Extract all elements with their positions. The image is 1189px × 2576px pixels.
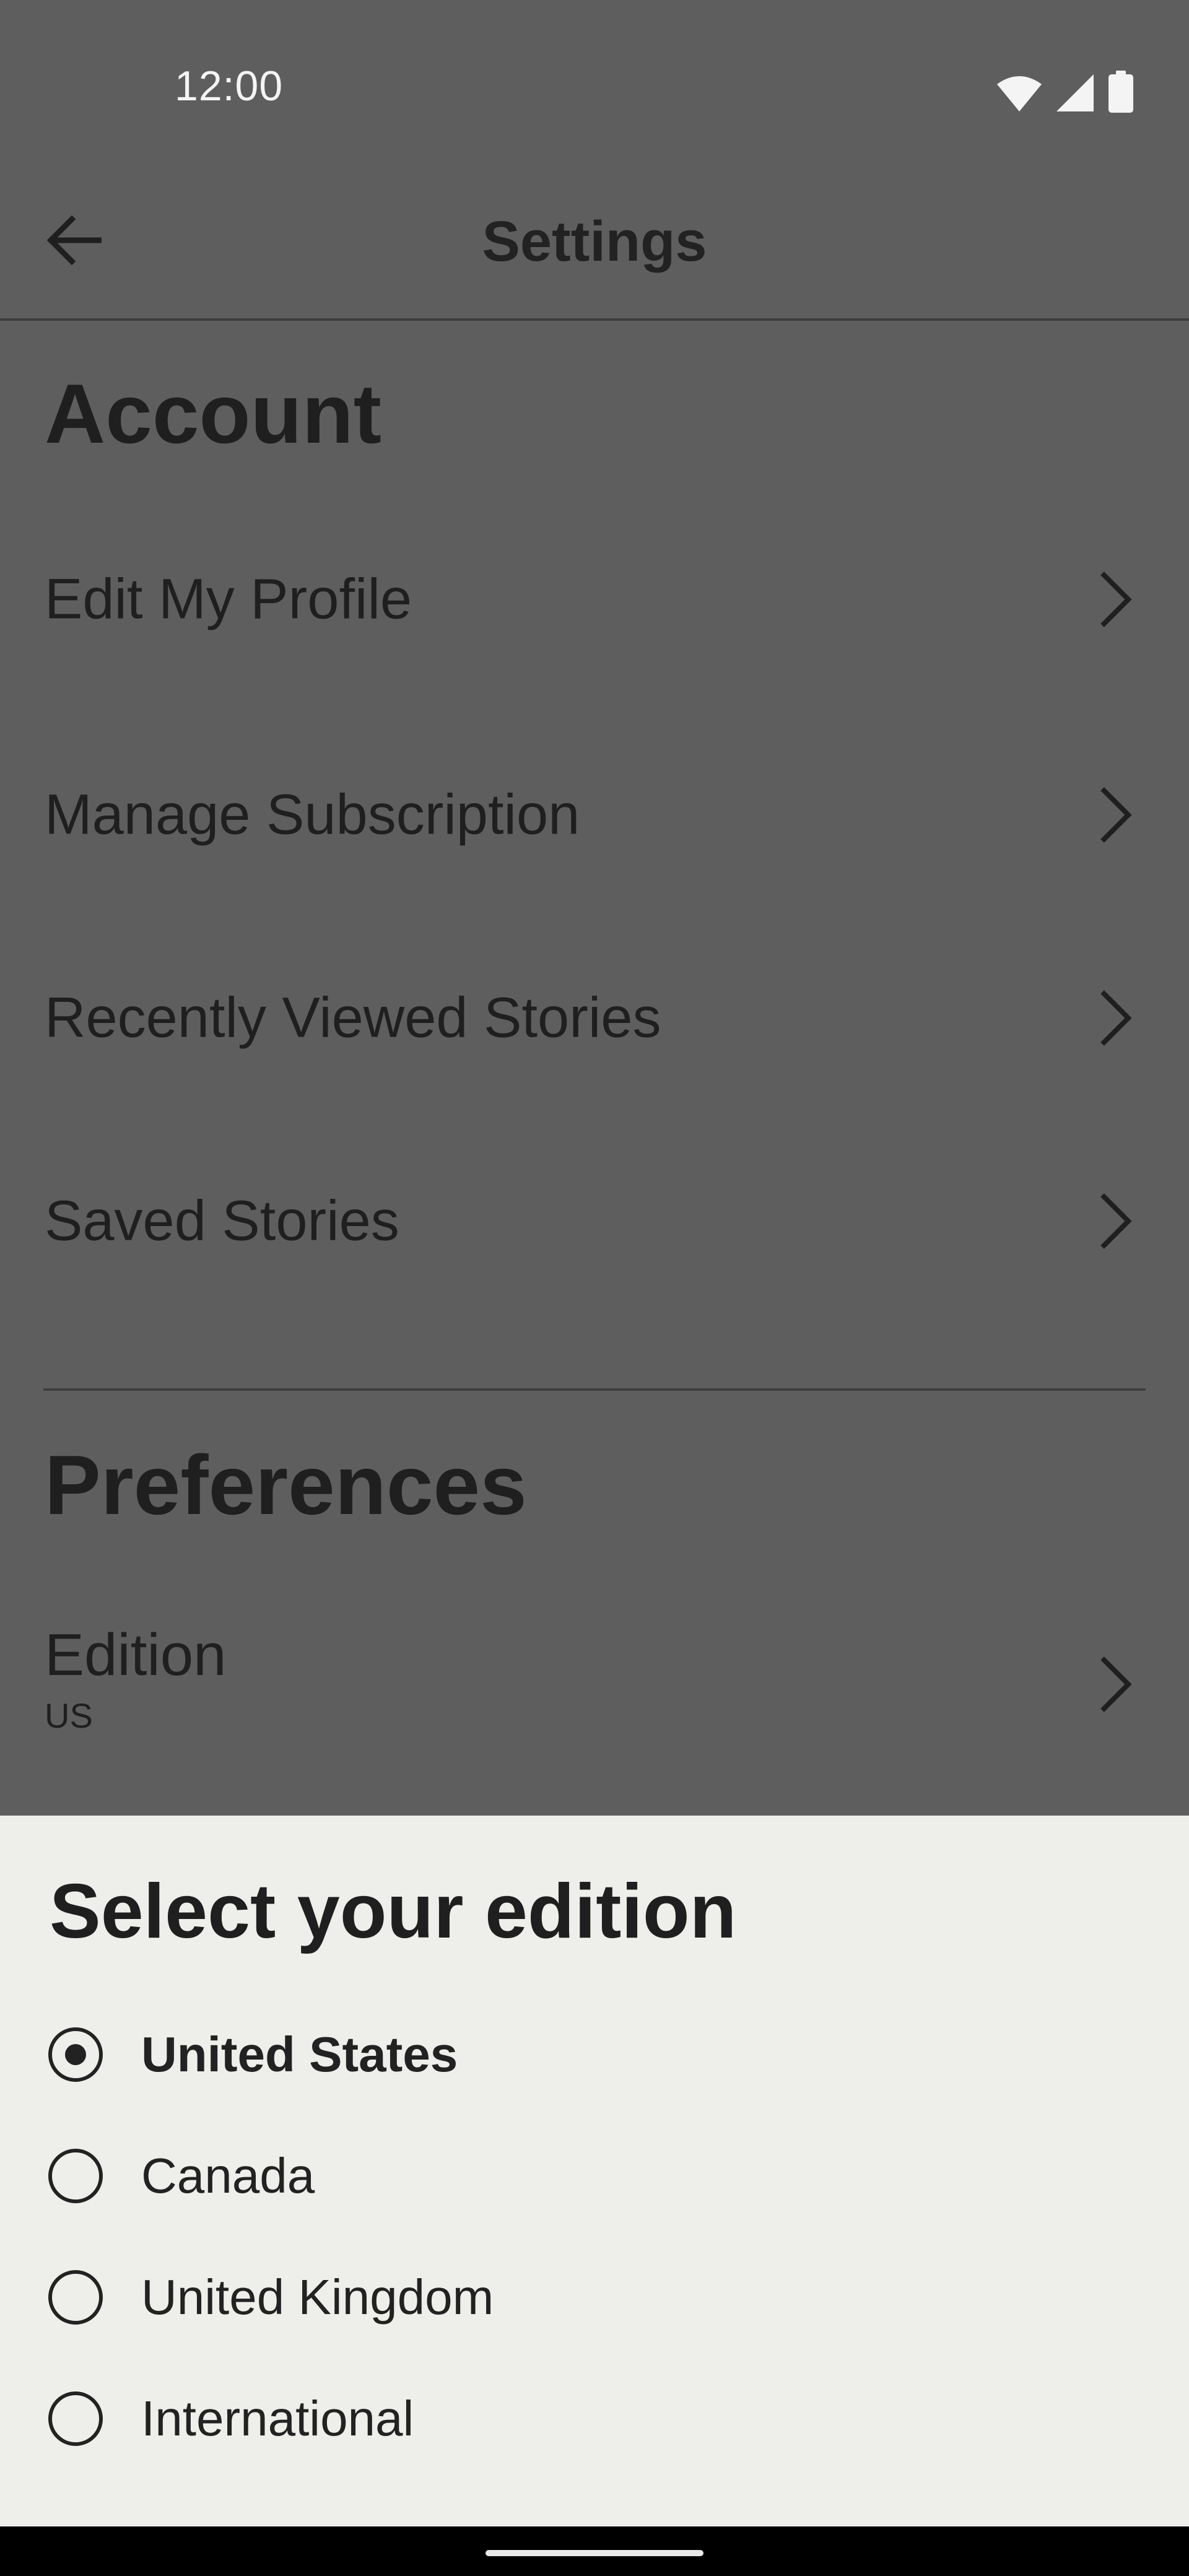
radio-dot [65, 2044, 86, 2065]
chevron-right-icon [1100, 990, 1132, 1046]
settings-item-label: Manage Subscription [45, 783, 580, 846]
option-label: Canada [141, 2148, 315, 2203]
chevron-right-icon [1100, 1193, 1132, 1249]
settings-screen: 12:00 Settings Account Edit My Profile M… [0, 0, 1189, 2576]
navigation-bar [0, 2526, 1189, 2576]
chevron-right-icon [1100, 1656, 1132, 1712]
radio-button[interactable] [48, 2391, 103, 2446]
settings-item-label: Recently Viewed Stories [45, 986, 661, 1050]
radio-button[interactable] [48, 2270, 103, 2325]
edition-label: Edition [45, 1622, 227, 1688]
home-indicator[interactable] [486, 2550, 703, 2556]
settings-item-edit-profile[interactable]: Edit My Profile [0, 531, 1189, 668]
account-heading: Account [45, 367, 381, 461]
battery-icon [1108, 71, 1133, 113]
status-icons [996, 69, 1133, 113]
edition-bottom-sheet: Select your edition United States Canada… [0, 1816, 1189, 2526]
wifi-icon [996, 76, 1043, 113]
settings-item-manage-subscription[interactable]: Manage Subscription [0, 747, 1189, 883]
page-title: Settings [482, 210, 707, 273]
cellular-signal-icon [1056, 74, 1095, 113]
section-divider [43, 1388, 1146, 1391]
edition-option-international[interactable]: International [0, 2358, 1189, 2479]
settings-item-recently-viewed[interactable]: Recently Viewed Stories [0, 950, 1189, 1086]
top-app-bar: Settings [0, 180, 1189, 321]
settings-item-label: Saved Stories [45, 1189, 399, 1253]
chevron-right-icon [1100, 787, 1132, 843]
chevron-right-icon [1100, 572, 1132, 627]
sheet-title: Select your edition [50, 1869, 737, 1954]
option-label: International [141, 2391, 414, 2446]
edition-option-canada[interactable]: Canada [0, 2115, 1189, 2237]
radio-button[interactable] [48, 2149, 103, 2203]
status-bar: 12:00 [0, 0, 1189, 180]
radio-button-selected[interactable] [48, 2027, 103, 2082]
edition-value: US [45, 1696, 93, 1735]
status-time: 12:00 [175, 63, 284, 110]
preferences-heading: Preferences [45, 1438, 527, 1532]
option-label: United States [141, 2027, 458, 2082]
option-label: United Kingdom [141, 2269, 494, 2325]
settings-item-saved-stories[interactable]: Saved Stories [0, 1153, 1189, 1289]
edition-option-united-states[interactable]: United States [0, 1994, 1189, 2115]
settings-item-label: Edit My Profile [45, 567, 412, 631]
edition-option-united-kingdom[interactable]: United Kingdom [0, 2237, 1189, 2358]
